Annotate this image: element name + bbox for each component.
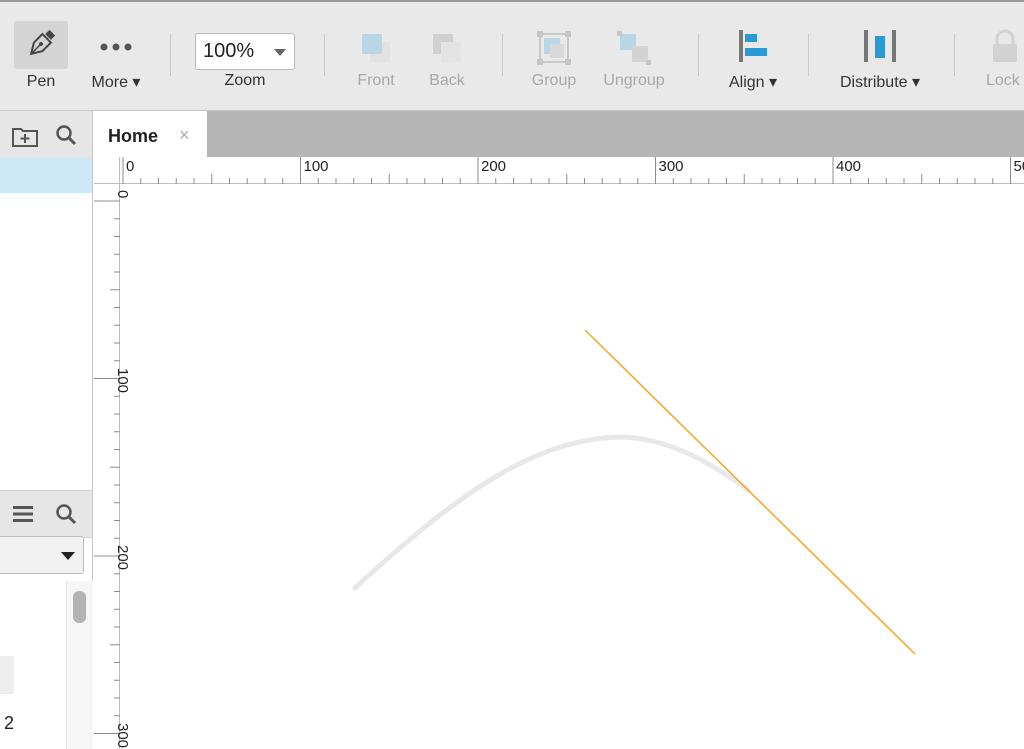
curve-path[interactable] — [352, 434, 751, 591]
distribute-icon — [864, 30, 896, 62]
pages-panel-header — [0, 111, 92, 158]
ruler-corner — [94, 157, 120, 184]
back-label: Back — [429, 72, 465, 89]
menu-icon[interactable] — [13, 505, 33, 523]
toolbar-separator — [954, 34, 955, 76]
ruler-label: 50 — [1013, 158, 1024, 175]
ruler-label: 100 — [303, 158, 329, 175]
library-scrollbar[interactable] — [66, 581, 93, 749]
tab-bar: Home × — [94, 111, 1024, 157]
ungroup-button[interactable]: Ungroup — [596, 2, 672, 111]
lock-label: Lock — [986, 72, 1020, 89]
ruler-label: 0 — [126, 158, 135, 175]
vertical-ruler[interactable]: 0 100 200 300 — [94, 184, 131, 749]
ungroup-label: Ungroup — [603, 72, 665, 89]
ruler-label: 400 — [836, 158, 862, 175]
left-panel: 2 — [0, 111, 93, 749]
toolbar-separator — [324, 34, 325, 76]
bring-front-icon — [362, 34, 390, 62]
pen-tool-button[interactable]: Pen — [14, 2, 68, 111]
library-item-text: 2 — [4, 713, 15, 733]
horizontal-ruler-ticks — [122, 157, 1011, 184]
send-back-icon — [433, 34, 461, 62]
search-icon[interactable] — [55, 124, 77, 146]
library-select[interactable] — [0, 536, 84, 574]
ruler-label: 300 — [658, 158, 684, 175]
selected-page-row[interactable] — [0, 157, 92, 193]
group-label: Group — [531, 72, 577, 89]
design-canvas[interactable] — [94, 157, 1024, 749]
vertical-ruler-ticks — [94, 200, 120, 734]
more-dots-icon — [100, 43, 132, 51]
library-item[interactable] — [0, 656, 14, 694]
lock-button[interactable]: Lock — [980, 2, 1024, 111]
horizontal-ruler[interactable]: 0 100 200 300 400 50 — [120, 157, 1024, 184]
align-label: Align ▾ — [728, 74, 778, 91]
canvas-drawing — [352, 329, 916, 655]
ungroup-icon — [617, 31, 651, 65]
group-icon — [537, 31, 571, 65]
toolbar-separator — [698, 34, 699, 76]
zoom-tool: Zoom — [195, 2, 295, 111]
more-label: More ▾ — [91, 74, 141, 91]
pen-icon — [29, 29, 56, 56]
lock-icon — [993, 29, 1017, 62]
toolbar-separator — [502, 34, 503, 76]
toolbar-separator — [808, 34, 809, 76]
toolbar-separator — [170, 34, 171, 76]
front-label: Front — [357, 72, 395, 89]
more-button[interactable]: More ▾ — [84, 2, 148, 111]
ruler-label: 200 — [481, 158, 507, 175]
library-panel-header — [0, 490, 92, 538]
ruler-label: 200 — [114, 545, 131, 571]
align-button[interactable]: Align ▾ — [720, 2, 786, 111]
scrollbar-thumb[interactable] — [73, 591, 86, 623]
send-back-button[interactable]: Back — [418, 2, 476, 111]
distribute-button[interactable]: Distribute ▾ — [830, 2, 930, 111]
main-toolbar: Pen More ▾ 100% Zoom Front Back Group Un… — [0, 0, 1024, 111]
tangent-handle-line[interactable] — [584, 329, 916, 655]
align-left-icon — [739, 30, 767, 62]
group-button[interactable]: Group — [524, 2, 584, 111]
tab-home[interactable]: Home × — [94, 111, 207, 157]
bring-front-button[interactable]: Front — [346, 2, 406, 111]
search-icon[interactable] — [55, 503, 77, 525]
ruler-label: 300 — [114, 722, 131, 748]
ruler-label: 0 — [114, 190, 131, 199]
chevron-down-icon — [61, 552, 75, 560]
zoom-label: Zoom — [224, 72, 266, 89]
tab-home-label: Home — [108, 126, 159, 146]
close-icon[interactable]: × — [179, 125, 190, 146]
distribute-label: Distribute ▾ — [839, 74, 921, 91]
ruler-label: 100 — [114, 367, 131, 393]
add-folder-icon[interactable] — [12, 125, 38, 147]
pen-label: Pen — [26, 73, 56, 90]
